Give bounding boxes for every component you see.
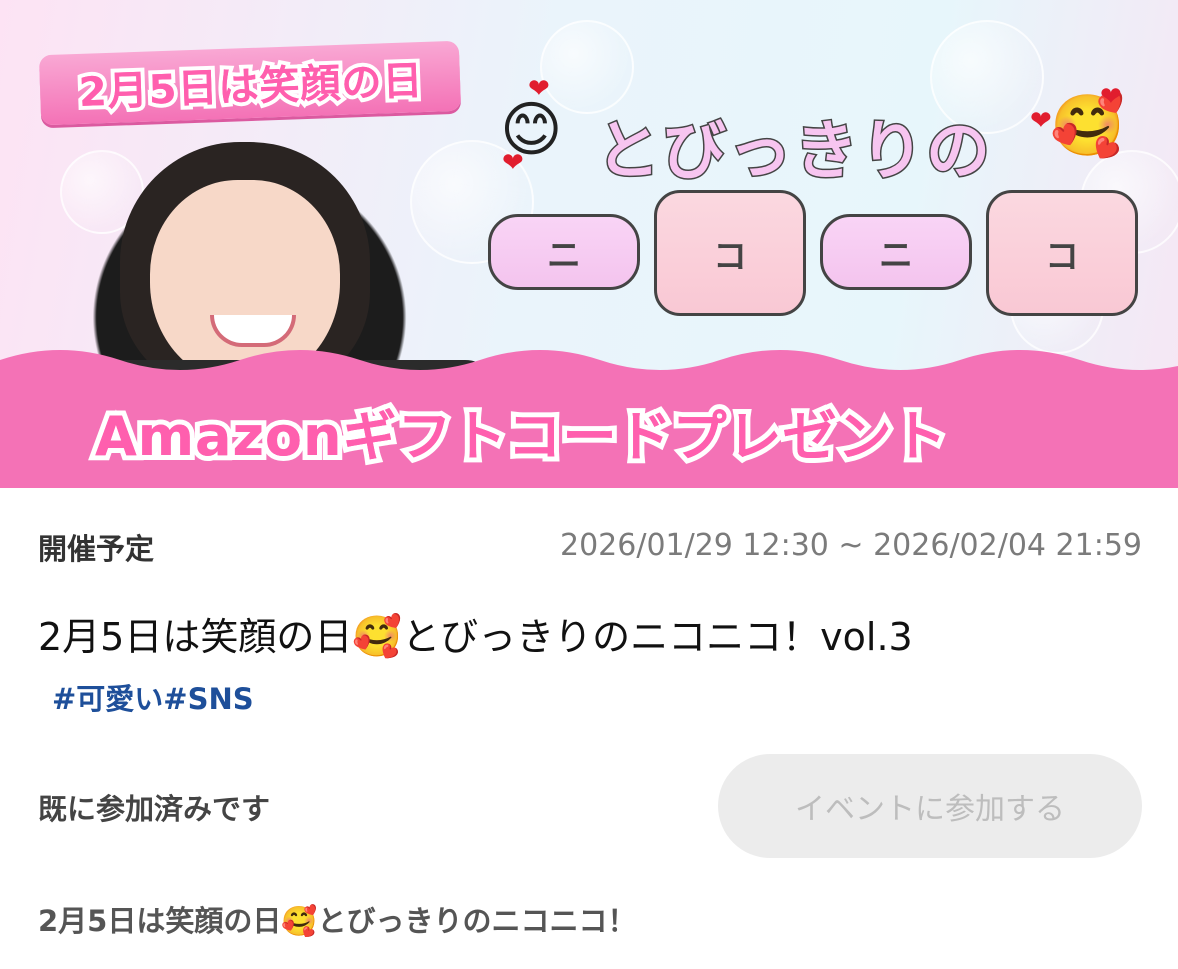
event-period: 2026/01/29 12:30 ~ 2026/02/04 21:59 — [559, 528, 1142, 563]
event-banner: 2月5日は笑顔の日 2月5日は笑顔の日 😊 ❤ ❤ とびっきりの 🥰 ❤ ❤ ニ… — [0, 0, 1178, 488]
event-title: 2月5日は笑顔の日🥰とびっきりのニコニコ！vol.3 — [38, 606, 913, 661]
headline-top: とびっきりの — [595, 114, 992, 191]
headline-main: ニ コ ニ コ — [488, 190, 1138, 320]
event-status: 開催予定 — [38, 532, 155, 566]
event-description-text: とびっきりのニコニコ！ — [317, 904, 637, 938]
joined-status-text: 既に参加済みです — [38, 792, 271, 826]
heart-icon: ❤ — [1100, 82, 1122, 112]
join-event-button[interactable]: イベントに参加する — [718, 754, 1142, 858]
headline-char: ニ — [488, 214, 640, 290]
event-title-text: 2月5日は笑顔の日 — [38, 615, 353, 659]
headline-char: コ — [654, 190, 806, 316]
headline-char: ニ — [820, 214, 972, 290]
heart-icon: ❤ — [1030, 106, 1052, 136]
smiling-hearts-emoji-icon: 🥰 — [281, 904, 318, 938]
event-description-text: 2月5日は笑顔の日 — [38, 904, 282, 938]
smiling-hearts-emoji-icon: 🥰 — [352, 614, 403, 660]
event-title-text: とびっきりのニコニコ！vol.3 — [402, 615, 913, 659]
heart-icon: ❤ — [528, 74, 550, 104]
heart-icon: ❤ — [502, 148, 524, 178]
headline-char: コ — [986, 190, 1138, 316]
event-description: 2月5日は笑顔の日🥰とびっきりのニコニコ！ — [38, 898, 636, 940]
event-hashtags[interactable]: #可愛い#SNS — [52, 676, 254, 718]
gift-code-headline: Amazonギフトコードプレゼント — [95, 405, 948, 468]
